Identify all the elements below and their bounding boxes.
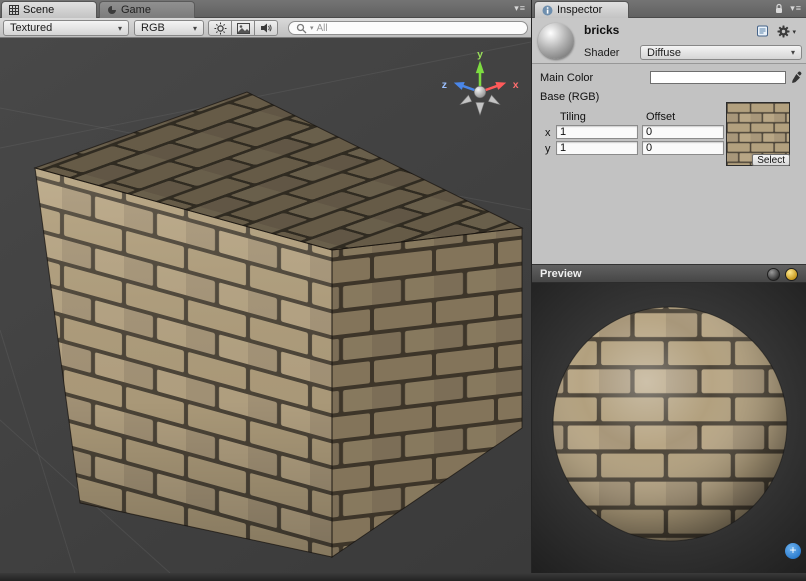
material-preview-area[interactable]: + — [532, 283, 806, 573]
tab-inspector-label: Inspector — [557, 4, 602, 16]
offset-header: Offset — [646, 111, 675, 123]
tiling-row-x-label: x — [545, 127, 551, 139]
draw-mode-dropdown[interactable]: Textured ▾ — [3, 20, 129, 36]
tab-scene[interactable]: Scene — [1, 1, 97, 18]
scene-overlay-toggle[interactable] — [231, 20, 255, 36]
material-name: bricks — [584, 23, 619, 37]
tab-game-label: Game — [121, 4, 151, 16]
shader-dropdown[interactable]: Diffuse ▾ — [640, 45, 802, 60]
inspector-tabstrip: Inspector ▾≡ — [532, 0, 806, 18]
orientation-gizmo-axes: y x z — [436, 48, 524, 136]
image-icon — [237, 23, 250, 34]
brick-cube — [35, 92, 522, 557]
preview-header: Preview — [532, 264, 806, 283]
window-bottom-edge — [0, 573, 806, 581]
search-icon — [296, 23, 307, 34]
tab-inspector[interactable]: Inspector — [534, 1, 629, 18]
main-color-label: Main Color — [540, 72, 593, 84]
sun-icon — [214, 22, 227, 35]
search-filter-label: All — [317, 23, 328, 34]
render-mode-value: RGB — [141, 22, 165, 34]
shader-label: Shader — [584, 47, 619, 59]
offset-y-input[interactable] — [642, 141, 724, 155]
chevron-down-icon: ▾ — [791, 48, 795, 57]
unity-editor-window: Scene Game ▾≡ Textured ▾ RGB ▾ — [0, 0, 806, 581]
tiling-x-input[interactable] — [556, 125, 638, 139]
shader-value: Diffuse — [647, 47, 681, 59]
eyedropper-icon[interactable] — [789, 70, 803, 84]
chevron-down-icon: ▾ — [310, 24, 314, 32]
preview-sphere — [532, 283, 806, 573]
scene-pane: Scene Game ▾≡ Textured ▾ RGB ▾ — [0, 0, 531, 573]
tiling-row-y-label: y — [545, 143, 551, 155]
material-ball-icon — [538, 23, 574, 59]
tab-game[interactable]: Game — [99, 1, 195, 18]
scene-viewport[interactable]: y x z — [0, 38, 531, 573]
tiling-header: Tiling — [560, 111, 586, 123]
scene-tabstrip: Scene Game ▾≡ — [0, 0, 531, 18]
scene-toolbar: Textured ▾ RGB ▾ — [0, 18, 531, 38]
scene-grid-icon — [9, 5, 19, 15]
chevron-down-icon: ▾ — [792, 28, 796, 36]
scene-lighting-toggle[interactable] — [208, 20, 232, 36]
preview-model-toggle-icon[interactable] — [767, 268, 780, 281]
orientation-gizmo[interactable]: y x z — [436, 48, 524, 136]
chevron-down-icon: ▾ — [118, 24, 122, 33]
tiling-y-input[interactable] — [556, 141, 638, 155]
render-mode-dropdown[interactable]: RGB ▾ — [134, 20, 204, 36]
help-doc-icon[interactable] — [757, 25, 768, 37]
gear-icon[interactable]: ▾ — [777, 25, 796, 38]
offset-x-input[interactable] — [642, 125, 724, 139]
preview-light-toggle-icon[interactable] — [785, 268, 798, 281]
base-rgb-label: Base (RGB) — [540, 91, 599, 103]
inspector-panel-menu-icon[interactable]: ▾≡ — [790, 3, 802, 14]
texture-select-button[interactable]: Select — [752, 154, 790, 166]
inspector-pane: Inspector ▾≡ bricks Shader Diffuse ▾ ▾ — [531, 0, 806, 573]
gizmo-y-label: y — [477, 49, 483, 60]
gizmo-z-label: z — [442, 80, 447, 91]
draw-mode-value: Textured — [10, 22, 52, 34]
scene-search-input[interactable]: ▾ All — [288, 21, 528, 35]
main-color-swatch[interactable] — [650, 71, 786, 84]
preview-title: Preview — [540, 268, 582, 280]
scene-audio-toggle[interactable] — [254, 20, 278, 36]
tab-scene-label: Scene — [23, 4, 54, 16]
info-icon — [542, 5, 553, 16]
add-button[interactable]: + — [785, 543, 801, 559]
scene-panel-menu-icon[interactable]: ▾≡ — [514, 3, 526, 14]
game-icon — [107, 5, 117, 15]
texture-thumbnail[interactable]: Select — [726, 102, 790, 166]
gizmo-x-label: x — [513, 80, 519, 91]
chevron-down-icon: ▾ — [193, 24, 197, 33]
speaker-icon — [260, 22, 272, 34]
lock-icon[interactable] — [774, 3, 784, 14]
material-header: bricks Shader Diffuse ▾ ▾ — [532, 18, 806, 64]
